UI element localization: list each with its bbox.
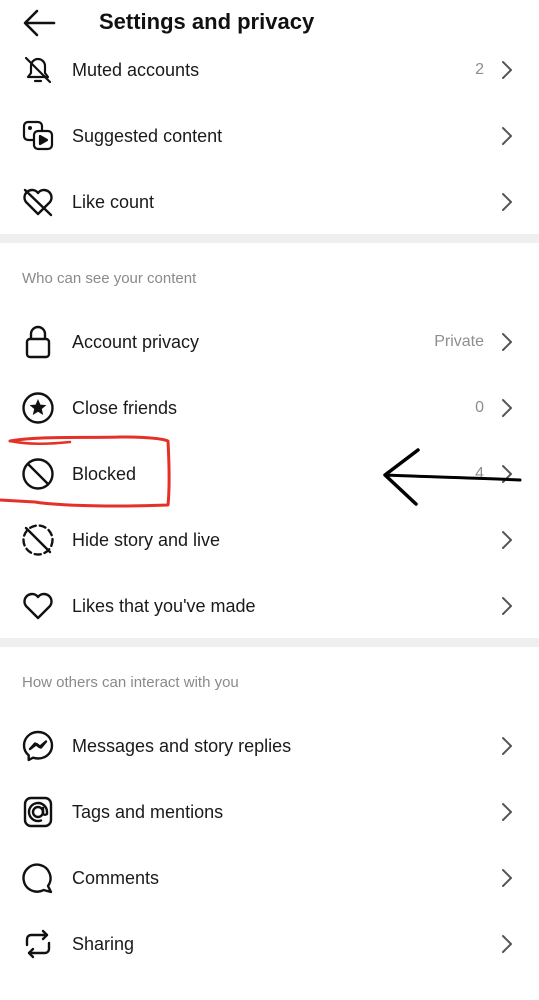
- row-like-count[interactable]: Like count: [0, 169, 539, 235]
- chevron-right-icon: [502, 399, 512, 417]
- row-label: Muted accounts: [72, 59, 200, 80]
- page-title: Settings and privacy: [99, 9, 315, 34]
- row-value: 2: [475, 61, 484, 78]
- row-label: Sharing: [72, 933, 135, 954]
- row-muted-accounts[interactable]: Muted accounts 2: [0, 37, 539, 103]
- row-value: 0: [475, 399, 484, 416]
- section-title: Who can see your content: [22, 270, 197, 287]
- row-label: Messages and story replies: [72, 735, 292, 756]
- share-icon: [20, 926, 56, 962]
- heart-off-icon: [20, 184, 56, 220]
- row-label: Likes that you've made: [72, 595, 256, 616]
- row-value: 4: [475, 465, 484, 482]
- chevron-right-icon: [502, 127, 512, 145]
- row-tags-and-mentions[interactable]: Tags and mentions: [0, 779, 539, 845]
- row-label: Tags and mentions: [72, 801, 224, 822]
- section-title: How others can interact with you: [22, 674, 239, 691]
- chevron-right-icon: [502, 737, 512, 755]
- story-off-icon: [20, 522, 56, 558]
- row-comments[interactable]: Comments: [0, 845, 539, 911]
- media-icon: [20, 118, 56, 154]
- chevron-right-icon: [502, 869, 512, 887]
- arrow-left-icon[interactable]: [22, 8, 56, 38]
- row-value: Private: [434, 333, 484, 350]
- row-messages-story-replies[interactable]: Messages and story replies: [0, 713, 539, 779]
- section-divider: [0, 638, 539, 647]
- chevron-right-icon: [502, 333, 512, 351]
- chevron-right-icon: [502, 465, 512, 483]
- chevron-right-icon: [502, 597, 512, 615]
- block-icon: [20, 456, 56, 492]
- row-label: Like count: [72, 191, 155, 212]
- row-label: Account privacy: [72, 331, 200, 352]
- messenger-icon: [20, 728, 56, 764]
- row-suggested-content[interactable]: Suggested content: [0, 103, 539, 169]
- row-hide-story-and-live[interactable]: Hide story and live: [0, 507, 539, 573]
- chevron-right-icon: [502, 803, 512, 821]
- bell-off-icon: [20, 52, 56, 88]
- row-label: Comments: [72, 867, 160, 888]
- comment-icon: [20, 860, 56, 896]
- star-circle-icon: [20, 390, 56, 426]
- chevron-right-icon: [502, 531, 512, 549]
- row-label: Suggested content: [72, 125, 223, 146]
- row-sharing[interactable]: Sharing: [0, 911, 539, 977]
- chevron-right-icon: [502, 935, 512, 953]
- lock-icon: [20, 324, 56, 360]
- section-divider: [0, 234, 539, 243]
- row-label: Blocked: [72, 463, 137, 484]
- row-close-friends[interactable]: Close friends 0: [0, 375, 539, 441]
- row-likes-youve-made[interactable]: Likes that you've made: [0, 573, 539, 639]
- heart-icon: [20, 588, 56, 624]
- chevron-right-icon: [502, 61, 512, 79]
- row-label: Hide story and live: [72, 529, 221, 550]
- row-account-privacy[interactable]: Account privacy Private: [0, 309, 539, 375]
- row-label: Close friends: [72, 397, 178, 418]
- row-blocked[interactable]: Blocked 4: [0, 441, 539, 507]
- chevron-right-icon: [502, 193, 512, 211]
- at-icon: [20, 794, 56, 830]
